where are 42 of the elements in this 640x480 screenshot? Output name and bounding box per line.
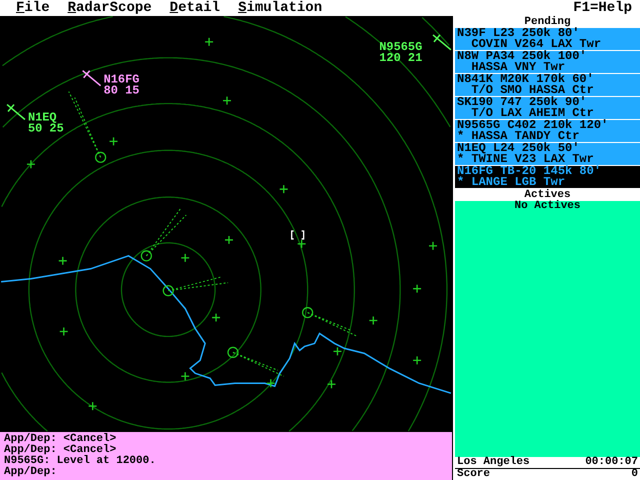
cursor-icon: [291, 230, 304, 240]
message-line: App/Dep:: [4, 467, 58, 478]
pending-header: Pending: [524, 16, 571, 28]
score-value: 0: [631, 469, 638, 480]
flight-strip[interactable]: SK190 747 250k 90' T/O LAX AHEIM Ctr: [455, 97, 640, 120]
strip-line: T/O LAX AHEIM Ctr: [470, 108, 594, 119]
strip-line: N39F L23 250k 80': [457, 28, 580, 39]
menu-item[interactable]: RadarScope: [68, 0, 152, 16]
flight-strip[interactable]: N39F L23 250k 80' COVIN V264 LAX Twr: [455, 28, 640, 51]
strip-line: HASSA VNY Twr: [470, 62, 566, 73]
strip-line: N8W PA34 250k 100': [457, 51, 588, 62]
message-line: App/Dep: <Cancel>: [4, 445, 117, 456]
location-label: Los Angeles: [457, 457, 530, 468]
strip-line: SK190 747 250k 90': [457, 97, 587, 108]
aircraft-icon[interactable]: [82, 70, 102, 86]
strip-line: N1EQ L24 250k 50': [457, 143, 580, 154]
clock-text: 00:00:07: [585, 457, 638, 468]
flight-strip[interactable]: N841K M20K 170k 60' T/O SMO HASSA Ctr: [455, 74, 640, 97]
actives-header: Actives: [524, 189, 571, 201]
menu-item[interactable]: Detail: [170, 0, 220, 16]
flight-strip[interactable]: N16FG TB-20 145k 80' * LANGE LGB Twr: [455, 166, 640, 189]
aircraft-icon[interactable]: [6, 104, 26, 120]
strip-line: * LANGE LGB Twr: [457, 177, 566, 188]
flight-strip[interactable]: N9565G C402 210k 120' * HASSA TANDY Ctr: [455, 120, 640, 143]
strip-line: COVIN V264 LAX Twr: [470, 39, 602, 50]
aircraft-icon[interactable]: [432, 34, 452, 51]
message-line: N9565G: Level at 12000.: [4, 456, 157, 467]
strip-line: N16FG TB-20 145k 80': [457, 166, 602, 177]
message-line: App/Dep: <Cancel>: [4, 434, 118, 445]
help-hint: F1=Help: [573, 0, 632, 16]
flight-strip[interactable]: N8W PA34 250k 100' HASSA VNY Twr: [455, 51, 640, 74]
strip-line: N9565G C402 210k 120': [457, 120, 610, 131]
score-label: Score: [457, 469, 490, 480]
aircraft-callsign: N1EQ: [28, 110, 57, 124]
strip-line: * TWINE V23 LAX Twr: [457, 154, 594, 165]
empty-message: No Actives: [513, 201, 582, 212]
strip-line: T/O SMO HASSA Ctr: [470, 85, 595, 96]
menu-item[interactable]: Simulation: [238, 0, 322, 16]
strip-line: N841K M20K 170k 60': [457, 74, 595, 85]
strip-line: * HASSA TANDY Ctr: [457, 131, 580, 142]
menu-item[interactable]: File: [16, 0, 50, 16]
flight-strip[interactable]: N1EQ L24 250k 50' * TWINE V23 LAX Twr: [455, 143, 640, 166]
